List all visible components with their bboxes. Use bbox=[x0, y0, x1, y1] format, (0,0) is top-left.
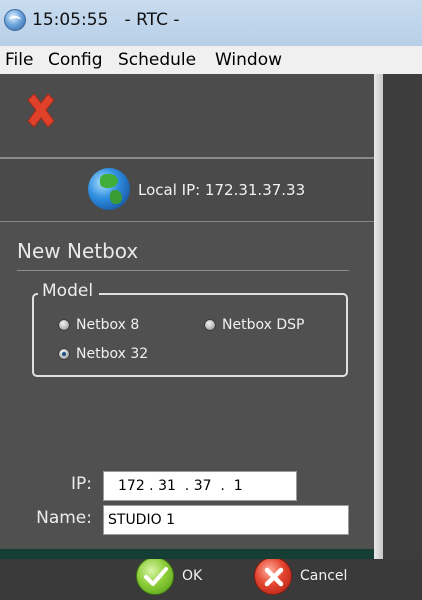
local-ip-label: Local IP: 172.31.37.33 bbox=[138, 181, 306, 199]
globe-icon bbox=[88, 168, 130, 210]
menu-window[interactable]: Window bbox=[215, 50, 282, 70]
radio-netbox-dsp[interactable]: Netbox DSP bbox=[204, 317, 304, 333]
radio-netbox-32[interactable]: Netbox 32 bbox=[58, 346, 148, 362]
radio-dot-selected[interactable] bbox=[58, 348, 70, 360]
radio-netbox-8[interactable]: Netbox 8 bbox=[58, 317, 139, 333]
bottom-strip bbox=[0, 549, 374, 559]
panel-splitter[interactable] bbox=[374, 74, 383, 559]
app-globe-icon bbox=[4, 9, 26, 31]
local-ip-bar: Local IP: 172.31.37.33 bbox=[0, 159, 374, 222]
name-label: Name: bbox=[36, 508, 92, 528]
form-title: New Netbox bbox=[17, 239, 139, 263]
main-workspace bbox=[383, 74, 422, 559]
model-legend: Model bbox=[38, 281, 100, 301]
model-group: Model Netbox 8 Netbox DSP Netbox 32 bbox=[32, 281, 348, 377]
menu-file[interactable]: File bbox=[5, 50, 33, 70]
ip-address-field[interactable]: 172 . 31 . 37 . 1 bbox=[103, 471, 297, 501]
menu-bar: File Config Schedule Window bbox=[0, 46, 422, 75]
radio-dot[interactable] bbox=[204, 319, 216, 331]
ok-button[interactable]: OK bbox=[136, 557, 202, 595]
radio-label: Netbox 8 bbox=[76, 317, 140, 333]
title-bar: 15:05:55 - RTC - bbox=[0, 0, 422, 46]
cancel-button[interactable]: Cancel bbox=[254, 557, 347, 595]
checkmark-icon bbox=[136, 557, 174, 595]
netbox-panel: Local IP: 172.31.37.33 New Netbox Model … bbox=[0, 74, 374, 595]
name-field[interactable]: STUDIO 1 bbox=[103, 505, 349, 535]
menu-schedule[interactable]: Schedule bbox=[118, 50, 196, 70]
radio-label: Netbox 32 bbox=[76, 346, 149, 362]
window-title: 15:05:55 - RTC - bbox=[32, 10, 180, 30]
ok-label: OK bbox=[182, 568, 203, 584]
radio-dot[interactable] bbox=[58, 319, 70, 331]
close-x-icon[interactable] bbox=[20, 90, 62, 132]
ip-label: IP: bbox=[71, 474, 92, 494]
new-netbox-form: New Netbox Model Netbox 8 Netbox DSP Net… bbox=[0, 222, 374, 595]
x-icon bbox=[254, 557, 292, 595]
radio-label: Netbox DSP bbox=[222, 317, 305, 333]
menu-config[interactable]: Config bbox=[48, 50, 103, 70]
cancel-label: Cancel bbox=[300, 568, 348, 584]
close-bar bbox=[0, 74, 374, 159]
divider bbox=[17, 270, 349, 271]
